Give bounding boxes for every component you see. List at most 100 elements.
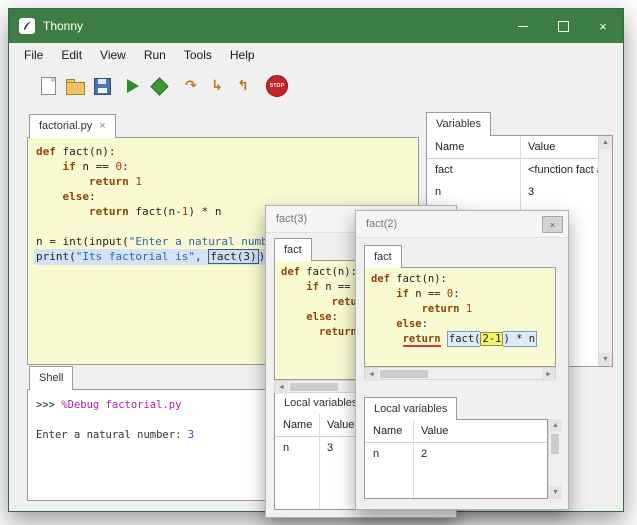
code-line: return 1 [371,302,555,317]
step-out-button[interactable]: ↰ [231,74,255,98]
new-file-button[interactable] [36,74,60,98]
scroll-right-icon[interactable]: ► [542,368,555,381]
code-token: : [332,311,338,323]
code-token: fact(n): [300,266,357,278]
scroll-up-icon[interactable]: ▲ [599,136,612,149]
menu-file[interactable]: File [15,45,52,65]
run-button[interactable] [121,74,145,98]
code-token: ) * n [188,205,221,218]
frame2-tab-fact[interactable]: fact [364,245,402,268]
frame2-horizontal-scrollbar[interactable]: ◄ ► [364,367,556,380]
scrollbar-thumb[interactable] [551,434,559,454]
menu-view[interactable]: View [91,45,135,65]
code-token: fact(n): [56,145,116,158]
frame3-local-variables-tab[interactable]: Local variables [274,391,367,414]
code-token: , [195,250,208,263]
step-over-button[interactable]: ↷ [179,74,203,98]
code-token: 2-1 [480,332,503,346]
debug-button[interactable] [147,74,171,98]
code-token: n == [409,288,447,300]
code-token [36,175,89,188]
close-icon: × [599,20,607,33]
header-name[interactable]: Name [427,141,520,153]
code-token [441,333,447,345]
header-value[interactable]: Value [413,425,547,437]
frame2-close-button[interactable]: × [542,216,563,233]
window-title: Thonny [43,19,83,33]
toolbar: ↷ ↳ ↰ STOP [9,67,623,107]
open-folder-icon [66,82,85,95]
desktop: Thonny × File Edit View Run Tools Help ↷… [0,0,637,525]
scrollbar-thumb[interactable] [380,370,428,378]
code-token: return [89,205,129,218]
menu-tools[interactable]: Tools [175,45,221,65]
table-row[interactable]: n2 [365,443,547,465]
frame2-close-icon: × [550,220,555,230]
frame2-table-header[interactable]: Name Value [365,420,547,443]
tab-close-icon[interactable]: × [99,120,105,132]
frame2-title-bar[interactable]: fact(2) × [356,211,568,238]
code-token: fact(3) [208,249,258,264]
window-controls: × [503,9,623,43]
scroll-left-icon[interactable]: ◄ [275,381,288,394]
code-token [36,190,63,203]
header-name[interactable]: Name [365,425,413,437]
code-token: def [371,273,390,285]
code-token: ) * n [503,331,537,347]
maximize-button[interactable] [543,9,583,43]
header-name[interactable]: Name [275,419,319,431]
code-token: fact( [447,331,481,347]
tab-factorial-py[interactable]: factorial.py × [29,114,116,138]
title-bar[interactable]: Thonny × [9,9,623,43]
frame2-rows: n2 [365,443,547,465]
save-button[interactable] [90,74,114,98]
code-token: 3 [188,429,194,441]
stop-icon: STOP [266,75,288,97]
tab-shell[interactable]: Shell [29,366,73,390]
scrollbar-thumb[interactable] [290,383,338,391]
cell-name: n [365,448,413,460]
close-button[interactable]: × [583,9,623,43]
menu-run[interactable]: Run [135,45,175,65]
frame2-code-view[interactable]: def fact(n): if n == 0: return 1 else: r… [364,267,556,367]
code-token: fact(n): [390,273,447,285]
code-token: >>> [36,399,61,411]
scroll-up-icon[interactable]: ▲ [549,419,562,432]
code-token: def [36,145,56,158]
minimize-button[interactable] [503,9,543,43]
scroll-down-icon[interactable]: ▼ [549,486,562,499]
code-token: if [306,281,319,293]
code-token: 1 [135,175,142,188]
menu-help[interactable]: Help [221,45,264,65]
vertical-scrollbar[interactable]: ▲ ▼ [598,136,612,366]
code-token: : [89,190,96,203]
step-into-button[interactable]: ↳ [205,74,229,98]
tab-variables[interactable]: Variables [426,112,491,136]
code-line: if n == 0: [371,287,555,302]
shell-tab-label: Shell [39,372,63,384]
code-line: return fact(2-1) * n [371,332,555,347]
frame3-tab-fact[interactable]: fact [274,238,312,261]
menu-edit[interactable]: Edit [52,45,91,65]
code-token: if [63,160,76,173]
code-token: def [281,266,300,278]
code-line: else: [371,317,555,332]
code-token: print( [36,250,76,263]
frame2-vertical-scrollbar[interactable]: ▲ ▼ [548,419,562,499]
code-token: return [403,333,441,347]
code-token: %Debug factorial.py [61,399,181,411]
code-token: Enter a natural number: [36,429,188,441]
frame3-local-variables-label: Local variables [284,397,357,409]
open-file-button[interactable] [63,74,87,98]
stop-button[interactable]: STOP [265,74,289,98]
frame2-tab-label: fact [374,251,392,263]
code-token: n == [76,160,116,173]
frame2-local-variables-tab[interactable]: Local variables [364,397,457,420]
code-line: else: [36,189,418,204]
scroll-down-icon[interactable]: ▼ [599,353,612,366]
code-token: else [306,311,331,323]
editor-tab-label: factorial.py [39,120,92,132]
code-token [281,296,332,308]
scroll-left-icon[interactable]: ◄ [365,368,378,381]
code-token: if [396,288,409,300]
